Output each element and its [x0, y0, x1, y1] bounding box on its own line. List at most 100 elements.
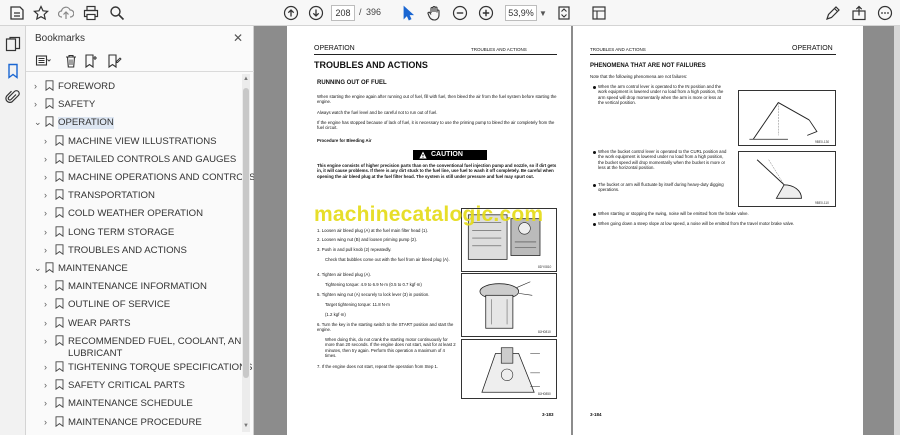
bookmark-icon: [55, 280, 64, 292]
bookmarks-scroll-thumb[interactable]: [243, 88, 249, 378]
bookmark-label: TROUBLES AND ACTIONS: [68, 244, 187, 256]
page-number: 3-183: [542, 412, 554, 417]
chevron-right-icon[interactable]: ›: [44, 281, 47, 291]
zoom-level-input[interactable]: 53,9%: [505, 5, 537, 21]
bookmark-icon: [55, 134, 64, 146]
chevron-right-icon[interactable]: ›: [44, 336, 47, 346]
figure-caption: 9BE0-130: [815, 140, 830, 144]
chevron-right-icon[interactable]: ›: [34, 99, 37, 109]
chevron-right-icon[interactable]: ›: [44, 318, 47, 328]
bookmark-label: COLD WEATHER OPERATION: [68, 208, 204, 220]
starting-switch-illustration: [461, 339, 557, 399]
bookmark-label: FOREWORD: [58, 81, 116, 92]
figure-caption: 8DY0810: [538, 265, 552, 269]
bookmark-icon: [55, 225, 64, 237]
caution-paragraph: This engine consists of higher precision…: [317, 163, 557, 179]
paragraph: Note that the following phenomena are no…: [590, 74, 688, 79]
zoom-in-icon[interactable]: [477, 4, 495, 22]
step-detail: (1.2 kgf·m): [325, 312, 346, 317]
bookmarks-scrollbar[interactable]: ▲ ▼: [242, 74, 250, 432]
bookmark-options-icon[interactable]: [35, 53, 51, 69]
bookmark-icon: [55, 335, 64, 346]
chevron-down-icon[interactable]: ⌄: [34, 263, 42, 274]
home-icon[interactable]: [8, 4, 26, 22]
print-icon[interactable]: [82, 4, 100, 22]
chevron-right-icon[interactable]: ›: [44, 208, 47, 218]
delete-bookmark-icon[interactable]: [63, 53, 79, 69]
list-item: The bucket or arm will fluctuate by itse…: [598, 182, 724, 193]
bookmark-label-continued: LUBRICANT: [68, 347, 123, 359]
bookmark-label: TRANSPORTATION: [68, 190, 155, 202]
list-item: When the arm control lever is operated t…: [598, 84, 724, 106]
bookmarks-panel-title: Bookmarks: [35, 33, 86, 44]
bookmark-star-icon[interactable]: [32, 4, 50, 22]
page-display-icon[interactable]: [590, 4, 608, 22]
section-title: RUNNING OUT OF FUEL: [317, 80, 387, 86]
bookmark-icon: [55, 316, 64, 328]
chevron-right-icon[interactable]: ›: [44, 245, 47, 255]
bookmark-icon: [45, 80, 54, 91]
close-panel-button[interactable]: ✕: [233, 31, 243, 45]
page-total: 396: [366, 7, 382, 17]
step-item: 3. Push in and pull knob (2) repeatedly.: [317, 247, 392, 252]
page-header-left: TROUBLES AND ACTIONS: [590, 47, 646, 52]
fuel-filter-illustration: [461, 273, 557, 337]
bookmark-label: WEAR PARTS: [68, 317, 131, 329]
bookmark-icon: [45, 262, 54, 273]
chevron-right-icon[interactable]: ›: [44, 190, 47, 200]
chevron-right-icon[interactable]: ›: [44, 299, 47, 309]
new-bookmark-icon[interactable]: [83, 53, 99, 69]
bookmark-label: MACHINE VIEW ILLUSTRATIONS: [68, 135, 217, 147]
hand-tool-icon[interactable]: [425, 4, 443, 22]
bookmark-label: LONG TERM STORAGE: [68, 226, 175, 238]
bookmark-label: SAFETY: [58, 99, 96, 111]
document-viewer[interactable]: OPERATION TROUBLES AND ACTIONS TROUBLES …: [254, 26, 900, 435]
share-upload-icon[interactable]: [850, 4, 868, 22]
chevron-right-icon[interactable]: ›: [44, 154, 47, 164]
chevron-right-icon[interactable]: ›: [44, 172, 47, 182]
select-cursor-icon[interactable]: [399, 4, 417, 22]
warning-triangle-icon: [419, 151, 427, 159]
search-icon[interactable]: [108, 4, 126, 22]
top-toolbar: 208 / 396 53,9% ▼: [0, 0, 900, 26]
step-item: 2. Loosen wing nut (B) and loosen primin…: [317, 237, 418, 242]
bucket-position-illustration: [738, 151, 836, 207]
step-detail: When doing this, do not crank the starti…: [325, 337, 456, 359]
bullet: [593, 223, 596, 226]
zoom-dropdown-chevron-icon[interactable]: ▼: [539, 9, 547, 18]
chevron-right-icon[interactable]: ›: [44, 362, 47, 372]
arm-position-illustration: [738, 90, 836, 146]
zoom-out-icon[interactable]: [451, 4, 469, 22]
bookmark-properties-icon[interactable]: [106, 53, 122, 69]
caution-text-label: CAUTION: [431, 151, 463, 158]
bookmark-icon: [55, 153, 64, 164]
bookmark-icon: [55, 415, 64, 427]
page-number-input[interactable]: 208: [331, 5, 355, 21]
bookmark-label: MAINTENANCE PROCEDURE: [68, 416, 202, 428]
cloud-upload-icon[interactable]: [57, 4, 75, 22]
page-thumbnails-icon[interactable]: [5, 36, 21, 52]
chevron-right-icon[interactable]: ›: [44, 417, 47, 427]
fit-page-icon[interactable]: [555, 4, 573, 22]
more-options-icon[interactable]: [876, 4, 894, 22]
bookmark-label: MAINTENANCE SCHEDULE: [68, 398, 193, 410]
figure-caption: 8JH0850: [538, 392, 551, 396]
list-item: When going down a steep slope at low spe…: [598, 221, 795, 226]
chevron-right-icon[interactable]: ›: [44, 380, 47, 390]
bookmarks-panel-icon[interactable]: [5, 63, 21, 79]
page-header-right: TROUBLES AND ACTIONS: [471, 47, 527, 52]
scroll-up-arrow-icon[interactable]: ▲: [242, 76, 250, 82]
bookmark-icon: [45, 98, 54, 110]
scroll-down-arrow-icon[interactable]: ▼: [242, 423, 250, 429]
next-page-icon[interactable]: [307, 4, 325, 22]
document-scrollbar[interactable]: [894, 26, 900, 435]
attachments-paperclip-icon[interactable]: [5, 89, 21, 105]
chevron-right-icon[interactable]: ›: [34, 81, 37, 91]
previous-page-icon[interactable]: [282, 4, 300, 22]
chevron-right-icon[interactable]: ›: [44, 227, 47, 237]
step-item: 5. Tighten wing nut (A) securely to lock…: [317, 292, 430, 297]
sign-pen-icon[interactable]: [824, 4, 842, 22]
chevron-down-icon[interactable]: ⌄: [34, 117, 42, 128]
chevron-right-icon[interactable]: ›: [44, 136, 47, 146]
chevron-right-icon[interactable]: ›: [44, 398, 47, 408]
